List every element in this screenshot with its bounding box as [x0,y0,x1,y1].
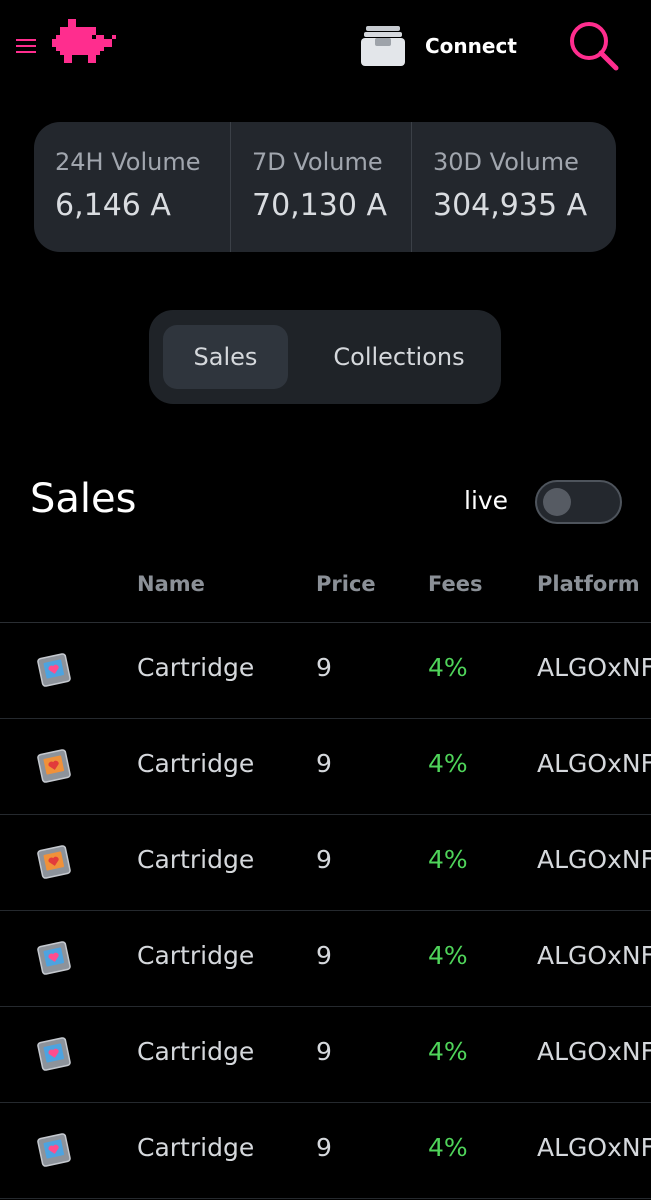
table-header: Name Price Fees Platform [0,560,651,623]
table-row[interactable]: Cartridge 9 4% ALGOxNFT [0,815,651,911]
sales-title: Sales [30,476,137,522]
cell-platform: ALGOxNFT [537,653,651,682]
stat-label: 30D Volume [433,148,579,176]
cartridge-thumbnail-icon [37,749,71,783]
cell-price: 9 [316,1037,332,1066]
connect-button[interactable]: Connect [360,24,517,68]
table-row[interactable]: Cartridge 9 4% ALGOxNFT [0,719,651,815]
stat-value: 6,146 A [55,188,171,223]
column-header-fees[interactable]: Fees [428,572,482,596]
table-row[interactable]: Cartridge 9 4% ALGOxNFT [0,911,651,1007]
cell-name: Cartridge [137,749,255,778]
cartridge-thumbnail-icon [37,1133,71,1167]
cell-platform: ALGOxNFT [537,845,651,874]
cell-name: Cartridge [137,941,255,970]
volume-stats-panel: 24H Volume 6,146 A 7D Volume 70,130 A 30… [34,122,616,252]
stat-label: 7D Volume [252,148,383,176]
cell-fees: 4% [428,1133,468,1162]
stat-value: 70,130 A [252,188,388,223]
cell-fees: 4% [428,653,468,682]
table-row[interactable]: Cartridge 9 4% ALGOxNFT [0,1007,651,1103]
cell-price: 9 [316,1133,332,1162]
stat-label: 24H Volume [55,148,201,176]
cell-price: 9 [316,749,332,778]
cell-platform: ALGOxNFT [537,1133,651,1162]
tab-sales[interactable]: Sales [163,325,288,389]
cartridge-thumbnail-icon [37,941,71,975]
column-header-price[interactable]: Price [316,572,376,596]
cartridge-thumbnail-icon [37,653,71,687]
stat-30d: 30D Volume 304,935 A [411,122,616,252]
stat-24h: 24H Volume 6,146 A [34,122,230,252]
tab-collections[interactable]: Collections [309,325,489,389]
wallet-icon [361,26,405,66]
search-icon[interactable] [568,20,620,72]
column-header-platform[interactable]: Platform [537,572,640,596]
cell-platform: ALGOxNFT [537,941,651,970]
cell-name: Cartridge [137,1133,255,1162]
cell-fees: 4% [428,845,468,874]
live-toggle[interactable] [535,480,622,524]
column-header-name[interactable]: Name [137,572,205,596]
view-tabs: Sales Collections [149,310,501,404]
cartridge-thumbnail-icon [37,1037,71,1071]
cell-name: Cartridge [137,653,255,682]
pixel-pig-logo[interactable] [52,18,120,68]
table-row[interactable]: Cartridge 9 4% ALGOxNFT [0,1103,651,1199]
table-row[interactable]: Cartridge 9 4% ALGOxNFT [0,623,651,719]
cell-name: Cartridge [137,1037,255,1066]
stat-value: 304,935 A [433,188,588,223]
hamburger-icon[interactable] [16,39,36,53]
connect-label: Connect [425,34,517,58]
cell-platform: ALGOxNFT [537,1037,651,1066]
cell-fees: 4% [428,749,468,778]
cell-price: 9 [316,941,332,970]
top-bar: Connect [0,0,651,100]
toggle-knob [543,488,571,516]
stat-7d: 7D Volume 70,130 A [230,122,411,252]
cell-fees: 4% [428,941,468,970]
cell-price: 9 [316,653,332,682]
cell-price: 9 [316,845,332,874]
cartridge-thumbnail-icon [37,845,71,879]
cell-platform: ALGOxNFT [537,749,651,778]
cell-name: Cartridge [137,845,255,874]
live-label: live [464,486,509,515]
cell-fees: 4% [428,1037,468,1066]
